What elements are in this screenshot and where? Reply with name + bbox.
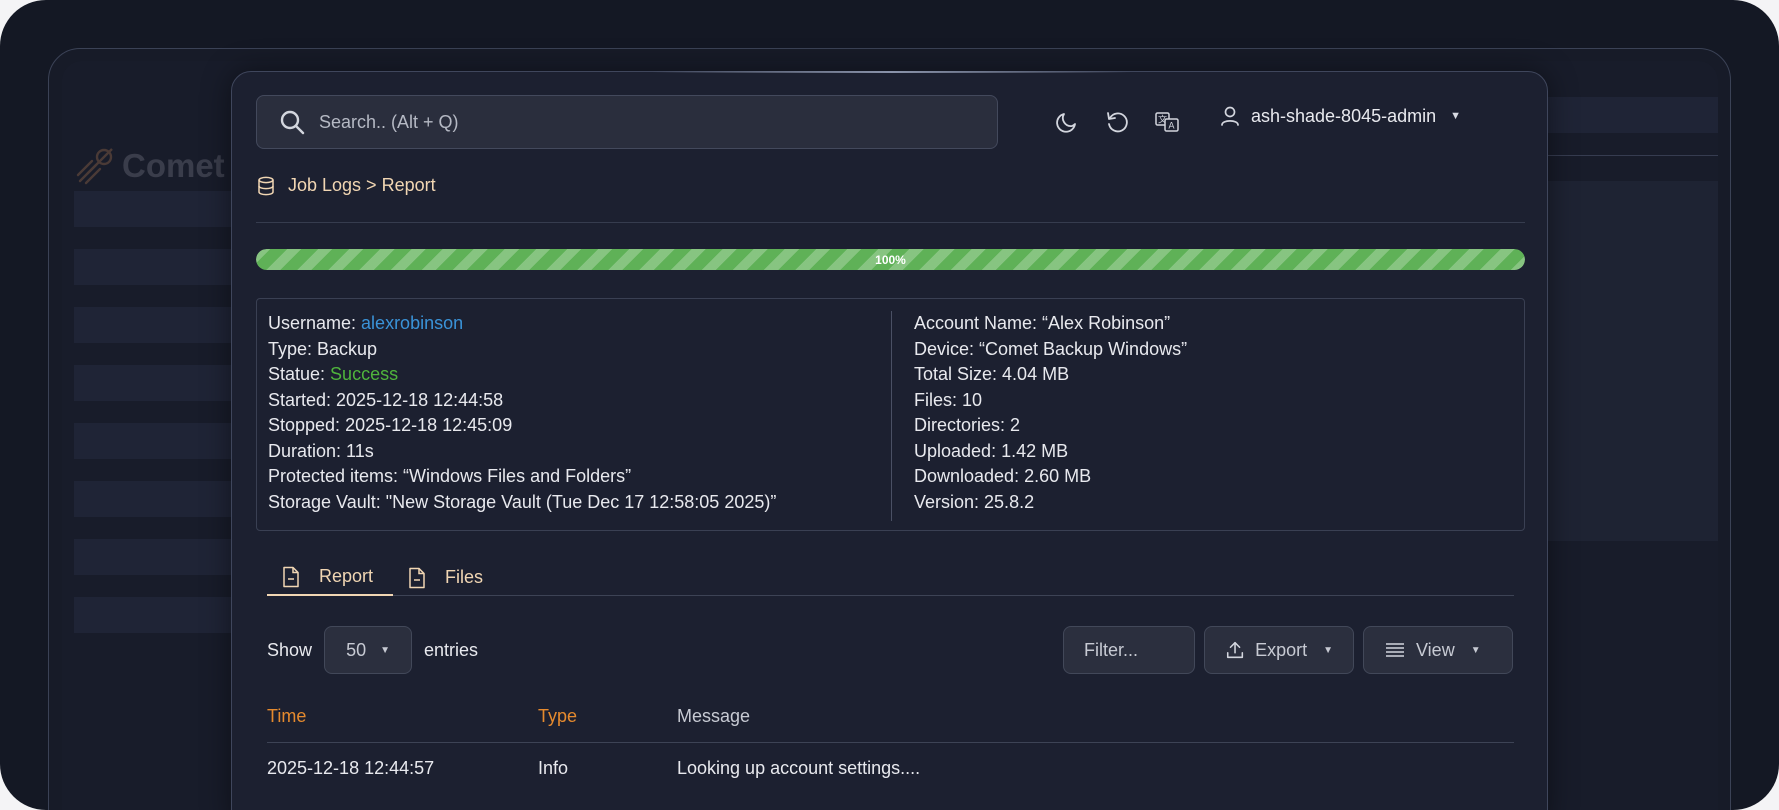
list-icon (1386, 643, 1404, 657)
refresh-icon[interactable] (1104, 109, 1130, 135)
storage-vault-row: Storage Vault: "New Storage Vault (Tue D… (268, 491, 777, 512)
search-box[interactable] (256, 95, 998, 149)
document-icon (283, 566, 299, 587)
column-header-type[interactable]: Type (538, 706, 577, 727)
device-frame: Comet I 文 (0, 0, 1779, 810)
directories-row: Directories: 2 (914, 415, 1021, 435)
uploaded-row: Uploaded: 1.42 MB (914, 440, 1069, 461)
protected-items-row: Protected items: “Windows Files and Fold… (268, 466, 632, 486)
report-tabs: Report Files (267, 559, 1514, 596)
account-name-row: Account Name: “Alex Robinson” (914, 313, 1171, 333)
divider (256, 222, 1525, 223)
progress-fill: 100% (256, 249, 1525, 270)
job-details-left: Username: alexrobinson Type: Backup Stat… (268, 311, 776, 515)
background-sidebar-item (74, 191, 254, 227)
chevron-down-icon: ▼ (1450, 110, 1462, 122)
job-report-modal: 文 A ash-shade-8045-admin ▼ Job Logs > Re… (231, 71, 1548, 810)
cell-message: Looking up account settings.... (677, 758, 921, 778)
document-icon (409, 567, 425, 588)
modal-highlight (652, 71, 1132, 73)
export-button[interactable]: Export ▼ (1204, 626, 1354, 674)
upload-icon (1226, 641, 1244, 659)
background-sidebar-item (74, 539, 254, 575)
background-sidebar-item (74, 307, 254, 343)
device-row: Device: “Comet Backup Windows” (914, 338, 1188, 359)
background-sidebar-item (74, 481, 254, 517)
status-field-label: Statue: (268, 364, 331, 384)
tab-files[interactable]: Files (393, 559, 483, 596)
app-logo: Comet I (74, 145, 243, 187)
filter-placeholder: Filter... (1084, 639, 1139, 660)
cell-time: 2025-12-18 12:44:57 (267, 758, 435, 778)
app-logo-text: Comet I (122, 147, 244, 184)
moon-icon[interactable] (1054, 109, 1080, 135)
downloaded-row: Downloaded: 2.60 MB (914, 466, 1092, 486)
export-label: Export (1255, 639, 1308, 660)
version-row: Version: 25.8.2 (914, 491, 1035, 512)
duration-row: Duration: 11s (268, 440, 374, 461)
entries-control: Show 50 ▼ entries (267, 626, 478, 674)
entries-label: entries (424, 639, 479, 660)
table-row: 2025-12-18 12:44:57 Info Looking up acco… (267, 743, 1514, 791)
database-icon (258, 176, 274, 195)
status-row: Statue: Success (268, 362, 776, 388)
username-row: Username: alexrobinson (268, 311, 776, 337)
cell-type: Info (538, 758, 569, 778)
files-row: Files: 10 (914, 389, 983, 410)
job-details-right: Account Name: “Alex Robinson” Device: “C… (914, 311, 1187, 515)
table-header: Time Type Message (267, 692, 1514, 743)
background-sidebar-item (74, 249, 254, 285)
username-field-label: Username: (268, 313, 362, 333)
status-value: Success (330, 364, 399, 384)
search-icon (280, 110, 305, 135)
total-size-row: Total Size: 4.04 MB (914, 364, 1070, 384)
tab-files-label: Files (445, 567, 484, 587)
breadcrumb: Job Logs > Report (256, 175, 436, 196)
translate-icon[interactable]: 文 A (1154, 109, 1180, 135)
details-separator (891, 311, 892, 521)
background-sidebar-item (74, 423, 254, 459)
user-icon (1221, 106, 1239, 126)
background-sidebar-item (74, 597, 254, 633)
username-link[interactable]: alexrobinson (361, 313, 463, 333)
column-header-time[interactable]: Time (267, 706, 306, 727)
user-menu[interactable]: ash-shade-8045-admin ▼ (1219, 105, 1461, 127)
job-progress-bar: 100% (256, 249, 1525, 270)
username-label: ash-shade-8045-admin (1251, 105, 1437, 126)
progress-label: 100% (875, 252, 906, 267)
job-details-panel: Username: alexrobinson Type: Backup Stat… (256, 298, 1525, 531)
log-table: Time Type Message 2025-12-18 12:44:57 In… (267, 692, 1514, 791)
breadcrumb-text: Job Logs > Report (288, 175, 436, 195)
search-input[interactable] (319, 111, 919, 133)
stopped-row: Stopped: 2025-12-18 12:45:09 (268, 415, 513, 435)
tab-report[interactable]: Report (267, 559, 393, 596)
show-label: Show (267, 639, 313, 660)
view-label: View (1416, 639, 1455, 660)
background-header-bar (1532, 97, 1718, 133)
background-divider (1542, 155, 1718, 156)
background-sidebar-item (74, 365, 254, 401)
svg-text:A: A (1168, 122, 1175, 132)
background-panel (1542, 181, 1718, 541)
chevron-down-icon: ▼ (1470, 644, 1481, 656)
column-header-message[interactable]: Message (677, 706, 750, 727)
tab-report-label: Report (319, 566, 374, 586)
started-row: Started: 2025-12-18 12:44:58 (268, 389, 504, 410)
filter-input[interactable]: Filter... (1063, 626, 1195, 674)
entries-value: 50 (346, 639, 367, 660)
entries-select[interactable]: 50 ▼ (324, 626, 413, 674)
chevron-down-icon: ▼ (380, 644, 390, 656)
view-button[interactable]: View ▼ (1363, 626, 1513, 674)
chevron-down-icon: ▼ (1323, 644, 1333, 656)
rocket-icon (76, 148, 113, 185)
type-row: Type: Backup (268, 338, 378, 359)
